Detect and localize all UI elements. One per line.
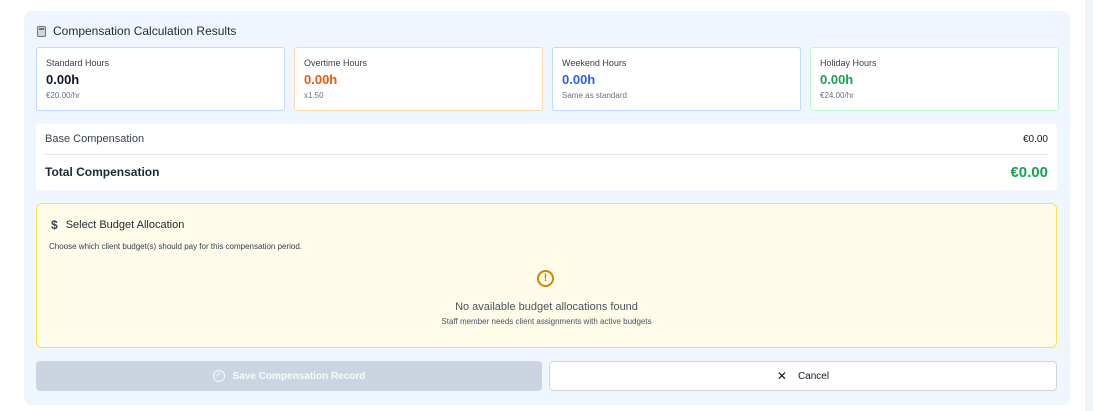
holiday-hours-card: Holiday Hours 0.00h €24.00/hr [810,47,1059,111]
base-compensation-row: Base Compensation €0.00 [45,124,1048,155]
holiday-hours-rate: €24.00/hr [820,91,854,100]
empty-state-title: No available budget allocations found [455,301,638,313]
budget-allocation-title: Select Budget Allocation [65,219,185,231]
calculator-icon [37,25,46,37]
cancel-button[interactable]: ✕ Cancel [549,361,1057,391]
cancel-button-label: Cancel [797,370,830,382]
overtime-hours-card: Overtime Hours 0.00h x1.50 [294,47,543,111]
budget-allocation-description: Choose which client budget(s) should pay… [49,242,303,251]
save-compensation-button[interactable]: ✓ Save Compensation Record [36,361,542,391]
save-button-label: Save Compensation Record [232,370,366,382]
hours-cards: Standard Hours 0.00h €20.00/hr Overtime … [36,47,1059,111]
compensation-summary: Base Compensation €0.00 Total Compensati… [36,124,1057,190]
total-compensation-label: Total Compensation [45,165,160,179]
close-icon: ✕ [776,369,787,383]
panel-title: Compensation Calculation Results [53,24,237,38]
standard-hours-label: Standard Hours [46,58,110,68]
standard-hours-value: 0.00h [46,72,80,87]
standard-hours-card: Standard Hours 0.00h €20.00/hr [36,47,285,111]
compensation-results-panel: Compensation Calculation Results Standar… [24,11,1070,405]
standard-hours-rate: €20.00/hr [46,91,80,100]
page-scrollbar[interactable] [1085,0,1093,411]
holiday-hours-value: 0.00h [820,72,854,87]
total-compensation-row: Total Compensation €0.00 [45,155,1048,189]
overtime-multiplier: x1.50 [304,91,324,100]
alert-circle-icon: ! [537,270,554,287]
weekend-hours-value: 0.00h [562,72,596,87]
budget-allocation-section: $ Select Budget Allocation Choose which … [36,203,1057,348]
weekend-hours-card: Weekend Hours 0.00h Same as standard [552,47,801,111]
overtime-hours-value: 0.00h [304,72,338,87]
total-compensation-value: €0.00 [1010,163,1048,181]
panel-header: Compensation Calculation Results [37,23,236,39]
holiday-hours-label: Holiday Hours [820,58,877,68]
overtime-hours-label: Overtime Hours [304,58,368,68]
empty-state-subtitle: Staff member needs client assignments wi… [441,317,652,326]
check-circle-icon: ✓ [212,370,225,382]
weekend-hours-label: Weekend Hours [562,58,627,68]
base-compensation-value: €0.00 [1022,133,1048,145]
budget-allocation-header: $ Select Budget Allocation [51,218,184,232]
base-compensation-label: Base Compensation [45,133,145,145]
dollar-icon: $ [51,218,58,232]
weekend-hours-rate: Same as standard [562,91,627,100]
